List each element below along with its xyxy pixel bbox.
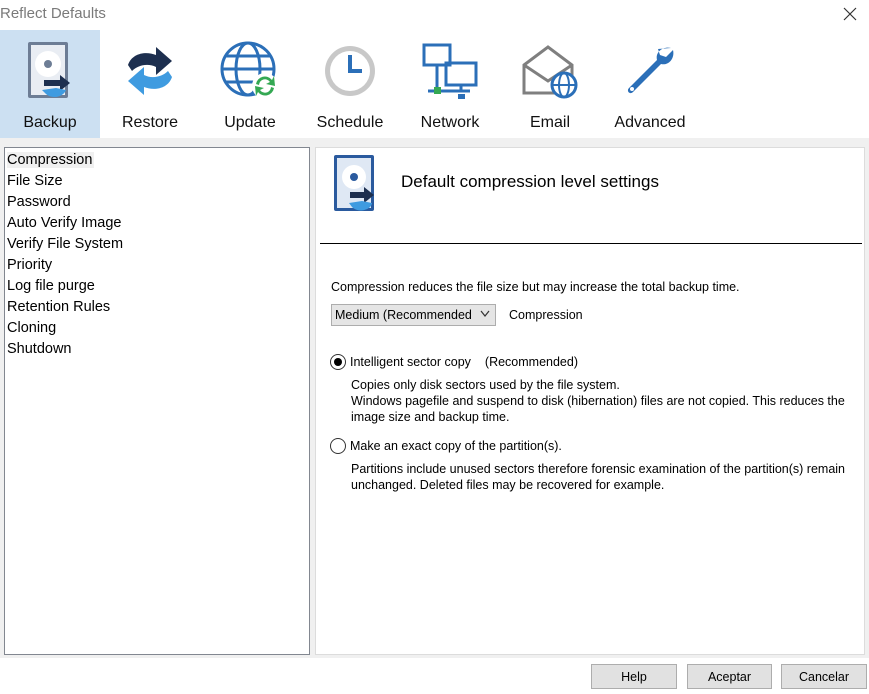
sidebar-item-compression[interactable]: Compression <box>5 150 309 171</box>
exact-copy-note: Partitions include unused sectors theref… <box>351 462 846 492</box>
settings-panel: Default compression level settings Compr… <box>315 147 865 655</box>
toolbar-update[interactable]: Update <box>200 30 300 138</box>
window-title: Reflect Defaults <box>0 5 106 22</box>
settings-category-list[interactable]: Compression File Size Password Auto Veri… <box>4 147 310 655</box>
sidebar-item-auto-verify-image[interactable]: Auto Verify Image <box>5 213 309 234</box>
chevron-down-icon <box>480 310 490 317</box>
sidebar-item-verify-file-system[interactable]: Verify File System <box>5 234 309 255</box>
exact-copy-radio[interactable] <box>330 438 346 454</box>
compression-level-select[interactable]: Medium (Recommended <box>331 304 496 326</box>
clock-icon <box>319 40 381 102</box>
panel-title: Default compression level settings <box>401 172 659 191</box>
recommended-tag: (Recommended) <box>484 355 578 369</box>
toolbar-restore-label: Restore <box>121 114 179 131</box>
backup-disk-icon <box>332 155 380 213</box>
wrench-icon <box>619 40 681 102</box>
sidebar-item-shutdown[interactable]: Shutdown <box>5 339 309 360</box>
toolbar-backup[interactable]: Backup <box>0 30 100 138</box>
sidebar-item-log-file-purge[interactable]: Log file purge <box>5 276 309 297</box>
panel-divider <box>320 243 862 244</box>
backup-disk-icon <box>19 40 81 102</box>
intelligent-sector-copy-note-2: Windows pagefile and suspend to disk (hi… <box>351 394 845 424</box>
sidebar-item-priority[interactable]: Priority <box>5 255 309 276</box>
toolbar-network[interactable]: Network <box>400 30 500 138</box>
toolbar-advanced[interactable]: Advanced <box>600 30 700 138</box>
title-bar: Reflect Defaults <box>0 0 869 30</box>
compression-description: Compression reduces the file size but ma… <box>331 280 740 294</box>
update-globe-icon <box>219 40 281 102</box>
accept-button[interactable]: Aceptar <box>687 664 772 689</box>
toolbar-email[interactable]: Email <box>500 30 600 138</box>
toolbar-advanced-label: Advanced <box>614 114 686 131</box>
sidebar-item-cloning[interactable]: Cloning <box>5 318 309 339</box>
toolbar-schedule-label: Schedule <box>316 114 384 131</box>
compression-level-value: Medium (Recommended <box>335 308 472 322</box>
main-toolbar: Backup Restore Update Schedule Network E… <box>0 30 869 138</box>
cancel-button[interactable]: Cancelar <box>781 664 867 689</box>
sidebar-item-retention-rules[interactable]: Retention Rules <box>5 297 309 318</box>
sidebar-item-password[interactable]: Password <box>5 192 309 213</box>
toolbar-backup-label: Backup <box>23 114 77 131</box>
sidebar-item-file-size[interactable]: File Size <box>5 171 309 192</box>
toolbar-schedule[interactable]: Schedule <box>300 30 400 138</box>
compression-select-label: Compression <box>509 308 583 322</box>
intelligent-sector-copy-label[interactable]: Intelligent sector copy (Recommended) <box>350 355 578 369</box>
network-computers-icon <box>419 40 481 102</box>
exact-copy-label[interactable]: Make an exact copy of the partition(s). <box>350 439 562 453</box>
email-envelope-icon <box>519 40 581 102</box>
toolbar-email-label: Email <box>529 114 570 131</box>
intelligent-sector-copy-note-1: Copies only disk sectors used by the fil… <box>351 378 620 392</box>
intelligent-sector-copy-radio[interactable] <box>330 354 346 370</box>
toolbar-update-label: Update <box>224 114 276 131</box>
restore-arrows-icon <box>119 40 181 102</box>
close-icon <box>843 7 857 21</box>
toolbar-restore[interactable]: Restore <box>100 30 200 138</box>
help-button[interactable]: Help <box>591 664 677 689</box>
close-button[interactable] <box>837 2 863 26</box>
toolbar-network-label: Network <box>420 114 480 131</box>
